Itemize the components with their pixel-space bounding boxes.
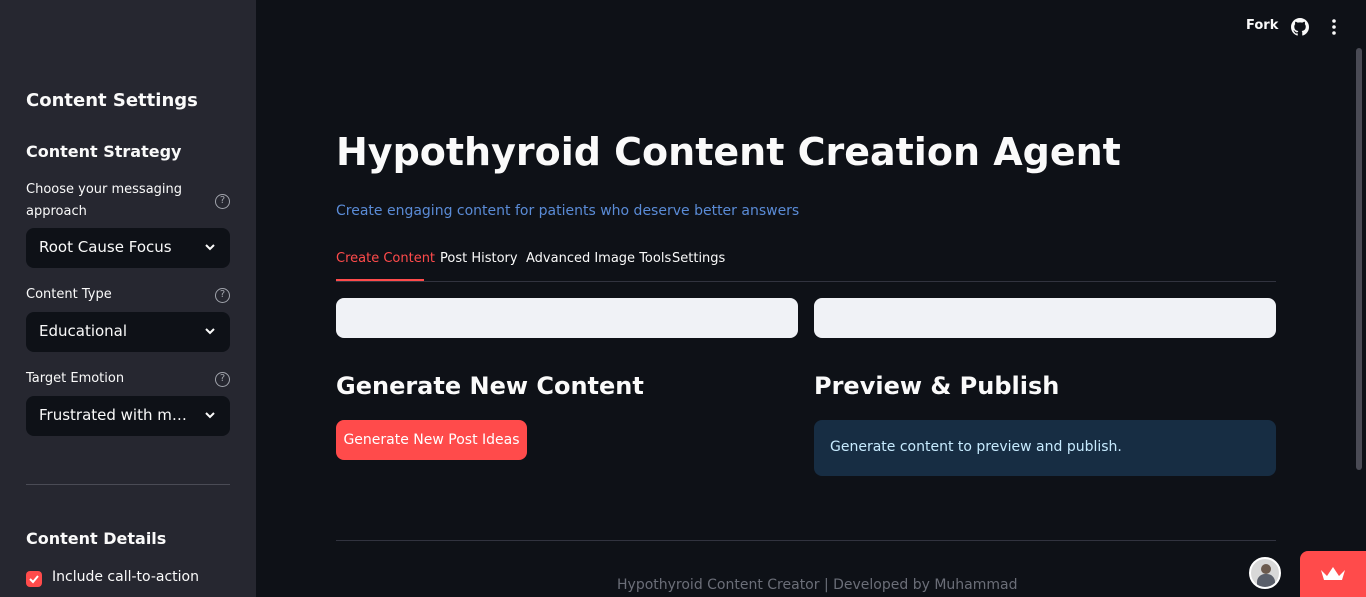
tab-bar: Create Content Post History Advanced Ima… xyxy=(336,250,1276,282)
scrollbar[interactable] xyxy=(1356,48,1362,470)
tab-settings[interactable]: Settings xyxy=(672,251,725,266)
cta-checkbox-label[interactable]: Include call-to-action xyxy=(52,569,199,585)
checkmark-icon xyxy=(29,575,39,584)
crown-icon xyxy=(1321,567,1345,580)
messaging-approach-select[interactable]: Root Cause Focus xyxy=(26,228,230,268)
target-emotion-label: Target Emotion xyxy=(26,371,125,386)
select-value: Frustrated with me... xyxy=(39,406,189,424)
github-icon[interactable] xyxy=(1291,18,1309,36)
avatar[interactable] xyxy=(1249,557,1281,589)
sidebar-divider xyxy=(26,484,230,485)
more-vert-icon[interactable] xyxy=(1327,18,1341,36)
avatar-head xyxy=(1261,564,1271,574)
active-tab-indicator xyxy=(336,279,424,281)
fork-button[interactable]: Fork xyxy=(1246,18,1278,33)
select-value: Root Cause Focus xyxy=(39,238,172,256)
generate-post-ideas-button[interactable]: Generate New Post Ideas xyxy=(336,420,527,460)
preview-heading: Preview & Publish xyxy=(814,372,1060,400)
content-type-select[interactable]: Educational xyxy=(26,312,230,352)
target-emotion-select[interactable]: Frustrated with me... xyxy=(26,396,230,436)
tab-create-content[interactable]: Create Content xyxy=(336,251,435,266)
avatar-body xyxy=(1257,574,1275,587)
sidebar-title: Content Settings xyxy=(26,90,198,111)
sidebar: Content Settings Content Strategy Choose… xyxy=(0,0,256,597)
preview-info-text: Generate content to preview and publish. xyxy=(830,439,1122,455)
chevron-down-icon xyxy=(205,244,215,251)
help-icon[interactable]: ? xyxy=(215,288,230,303)
footer-text: Hypothyroid Content Creator | Developed … xyxy=(617,577,1018,593)
generate-heading: Generate New Content xyxy=(336,372,644,400)
help-icon[interactable]: ? xyxy=(215,194,230,209)
select-value: Educational xyxy=(39,322,128,340)
content-strategy-heading: Content Strategy xyxy=(26,142,182,161)
page-title: Hypothyroid Content Creation Agent xyxy=(336,130,1121,174)
left-input-box[interactable] xyxy=(336,298,798,338)
footer-divider xyxy=(336,540,1276,541)
content-type-label: Content Type xyxy=(26,287,112,302)
streamlit-badge[interactable] xyxy=(1300,551,1366,597)
chevron-down-icon xyxy=(205,328,215,335)
messaging-approach-label: Choose your messaging approach xyxy=(26,182,183,219)
preview-info-box: Generate content to preview and publish. xyxy=(814,420,1276,476)
tab-advanced-image-tools[interactable]: Advanced Image Tools xyxy=(526,251,671,266)
help-icon[interactable]: ? xyxy=(215,372,230,387)
page-subtitle: Create engaging content for patients who… xyxy=(336,203,800,219)
cta-checkbox[interactable] xyxy=(26,571,42,587)
tab-post-history[interactable]: Post History xyxy=(440,251,518,266)
right-input-box[interactable] xyxy=(814,298,1276,338)
chevron-down-icon xyxy=(205,412,215,419)
content-details-heading: Content Details xyxy=(26,529,167,548)
